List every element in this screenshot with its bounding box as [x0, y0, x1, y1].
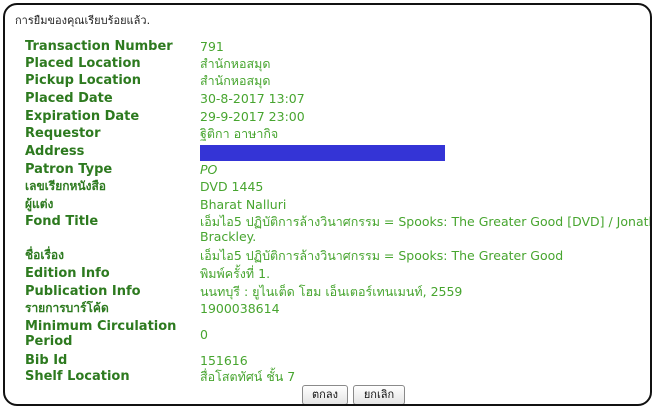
- ok-button[interactable]: ตกลง: [302, 385, 348, 404]
- field-label: Address: [25, 144, 85, 159]
- field-label: Fond Title: [25, 214, 99, 229]
- field-value: 29-9-2017 23:00: [200, 109, 305, 124]
- field-value: เอ็มไอ5 ปฏิบัติการล้างวินาศกรรม = Spooks…: [200, 248, 564, 263]
- field-value: Bharat Nalluri: [200, 197, 287, 212]
- field-label: เลขเรียกหนังสือ: [25, 179, 107, 193]
- field-label: Patron Type: [25, 162, 113, 177]
- field-value: สำนักหอสมุด: [200, 73, 271, 88]
- field-value: พิมพ์ครั้งที่ 1.: [200, 266, 271, 281]
- cancel-button[interactable]: ยกเลิก: [353, 385, 405, 404]
- field-label: Minimum Circulation Period: [25, 319, 177, 349]
- field-label: ชื่อเรื่อง: [25, 248, 64, 262]
- field-label: Expiration Date: [25, 109, 140, 124]
- field-value: 0: [200, 327, 208, 342]
- field-label: Edition Info: [25, 266, 110, 281]
- field-label: Transaction Number: [25, 39, 173, 54]
- field-label: Placed Location: [25, 56, 141, 71]
- field-value: 30-8-2017 13:07: [200, 91, 305, 106]
- redacted-address-block: [200, 145, 445, 161]
- field-value: 791: [200, 39, 224, 54]
- field-value: เอ็มไอ5 ปฏิบัติการล้างวินาศกรรม = Spooks…: [200, 214, 652, 244]
- field-value: นนทบุรี : ยูไนเต็ด โฮม เอ็นเตอร์เทนเมนท์…: [200, 284, 463, 299]
- field-label: Shelf Location: [25, 369, 130, 384]
- field-value: ฐิติกา อาษากิจ: [200, 126, 279, 141]
- field-value: DVD 1445: [200, 179, 264, 194]
- field-value: PO: [200, 162, 218, 177]
- field-value: สื่อโสตทัศน์ ชั้น 7: [200, 369, 296, 384]
- status-message: การยืมของคุณเรียบร้อยแล้ว.: [15, 14, 151, 27]
- field-label: ผู้แต่ง: [25, 197, 54, 211]
- field-label: Publication Info: [25, 284, 141, 299]
- field-label: Bib Id: [25, 353, 68, 368]
- field-value: สำนักหอสมุด: [200, 56, 271, 71]
- field-label: Pickup Location: [25, 73, 141, 88]
- field-label: Requestor: [25, 126, 101, 141]
- loan-confirmation-panel: การยืมของคุณเรียบร้อยแล้ว. Transaction N…: [3, 3, 652, 406]
- field-value: 151616: [200, 353, 248, 368]
- field-label: Placed Date: [25, 91, 113, 106]
- field-value: 1900038614: [200, 301, 280, 316]
- field-label: รายการบาร์โค้ด: [25, 301, 109, 315]
